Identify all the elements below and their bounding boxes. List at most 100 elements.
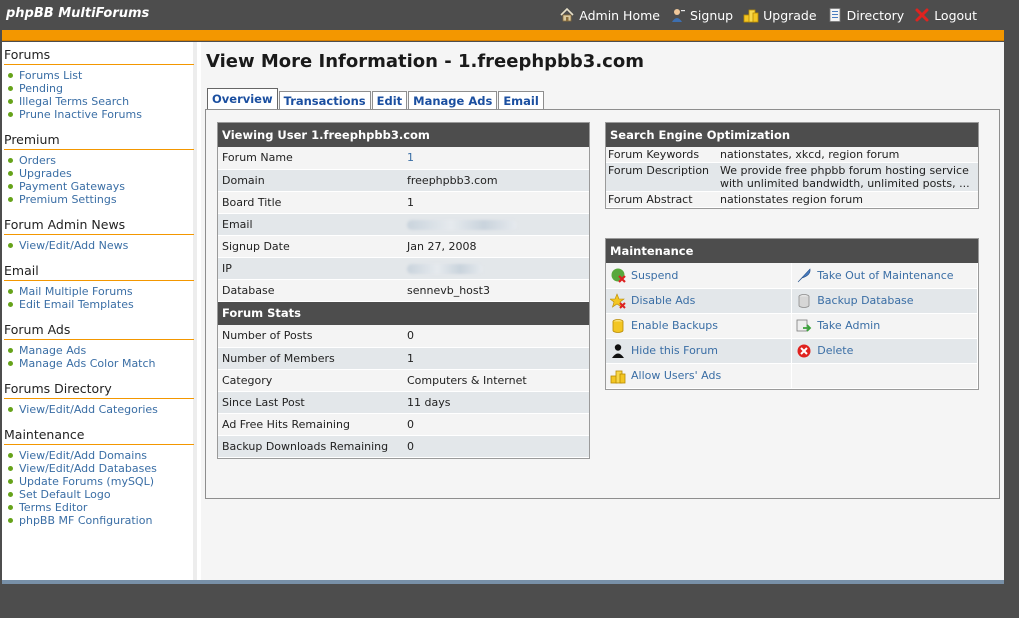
tab-manage-ads[interactable]: Manage Ads xyxy=(408,91,498,109)
tab-edit[interactable]: Edit xyxy=(371,91,408,109)
tab-overview[interactable]: Overview xyxy=(207,88,278,109)
sidebar-item-illegal-terms[interactable]: Illegal Terms Search xyxy=(8,95,194,108)
nav-admin-home[interactable]: Admin Home xyxy=(559,7,660,23)
sidebar-item-payment-gateways[interactable]: Payment Gateways xyxy=(8,180,194,193)
top-header: phpBB MultiForums Admin Home Signup Upgr… xyxy=(0,0,1019,30)
nav-signup[interactable]: Signup xyxy=(670,7,733,23)
nav-directory-label: Directory xyxy=(846,7,905,23)
allow-users-ads-button[interactable]: Allow Users' Ads xyxy=(606,368,791,384)
sidebar-link[interactable]: Forums List xyxy=(19,69,82,82)
sidebar-link[interactable]: View/Edit/Add Categories xyxy=(19,403,158,416)
bullet-icon xyxy=(8,171,13,176)
sidebar-item-premium-settings[interactable]: Premium Settings xyxy=(8,193,194,206)
sidebar-link[interactable]: Edit Email Templates xyxy=(19,298,134,311)
sidebar-link[interactable]: Illegal Terms Search xyxy=(19,95,129,108)
suspend-button[interactable]: Suspend xyxy=(606,267,791,284)
sidebar-item-email-templates[interactable]: Edit Email Templates xyxy=(8,298,194,311)
take-out-of-maintenance-button[interactable]: Take Out of Maintenance xyxy=(792,267,977,283)
sidebar-link[interactable]: Update Forums (mySQL) xyxy=(19,475,154,488)
sidebar-link[interactable]: Terms Editor xyxy=(19,501,87,514)
bullet-icon xyxy=(8,86,13,91)
disable-ads-button[interactable]: Disable Ads xyxy=(606,292,791,309)
user-box-title: Viewing User 1.freephpbb3.com xyxy=(218,123,589,147)
maintenance-box-title: Maintenance xyxy=(606,239,978,263)
forum-name-link[interactable]: 1 xyxy=(403,147,589,170)
info-key: Email xyxy=(218,213,403,236)
sidebar-link[interactable]: Upgrades xyxy=(19,167,72,180)
sidebar-link[interactable]: Manage Ads Color Match xyxy=(19,357,156,370)
stats-row-last-post: Since Last Post 11 days xyxy=(218,391,589,414)
sidebar-item-databases[interactable]: View/Edit/Add Databases xyxy=(8,462,194,475)
enable-backups-button[interactable]: Enable Backups xyxy=(606,318,791,334)
empty-cell xyxy=(791,363,978,389)
sidebar-link[interactable]: Pending xyxy=(19,82,63,95)
info-key: Signup Date xyxy=(218,235,403,258)
sidebar-link[interactable]: Manage Ads xyxy=(19,344,86,357)
backup-database-button[interactable]: Backup Database xyxy=(792,293,977,309)
sidebar-section-title: Maintenance xyxy=(4,422,194,445)
nav-upgrade[interactable]: Upgrade xyxy=(743,7,817,23)
sidebar-link[interactable]: View/Edit/Add News xyxy=(19,239,128,252)
sidebar-link[interactable]: View/Edit/Add Domains xyxy=(19,449,147,462)
bullet-icon xyxy=(8,158,13,163)
bullet-icon xyxy=(8,518,13,523)
sidebar-item-domains[interactable]: View/Edit/Add Domains xyxy=(8,449,194,462)
bullet-icon xyxy=(8,407,13,412)
stats-value: 11 days xyxy=(403,391,589,414)
info-value: Jan 27, 2008 xyxy=(403,235,589,258)
stats-row-posts: Number of Posts 0 xyxy=(218,325,589,348)
stats-key: Backup Downloads Remaining xyxy=(218,435,403,458)
sidebar-link[interactable]: View/Edit/Add Databases xyxy=(19,462,157,475)
sidebar-item-default-logo[interactable]: Set Default Logo xyxy=(8,488,194,501)
seo-key: Forum Abstract xyxy=(606,191,718,208)
sidebar-item-prune[interactable]: Prune Inactive Forums xyxy=(8,108,194,121)
take-admin-button[interactable]: Take Admin xyxy=(792,318,977,334)
sidebar-link[interactable]: Mail Multiple Forums xyxy=(19,285,133,298)
tab-bar: Overview Transactions Edit Manage Ads Em… xyxy=(207,88,545,109)
stats-row-backups: Backup Downloads Remaining 0 xyxy=(218,435,589,458)
sidebar-item-mail-multiple[interactable]: Mail Multiple Forums xyxy=(8,285,194,298)
sidebar-link[interactable]: Premium Settings xyxy=(19,193,117,206)
tab-transactions[interactable]: Transactions xyxy=(278,91,371,109)
seo-box-title: Search Engine Optimization xyxy=(606,123,978,147)
allow-ads-icon xyxy=(610,368,626,384)
sidebar-item-terms-editor[interactable]: Terms Editor xyxy=(8,501,194,514)
info-row-signup-date: Signup Date Jan 27, 2008 xyxy=(218,235,589,258)
nav-directory[interactable]: Directory xyxy=(827,7,905,23)
info-value: freephpbb3.com xyxy=(403,169,589,192)
sidebar-item-forums-list[interactable]: Forums List xyxy=(8,69,194,82)
sidebar-section-title: Premium xyxy=(4,127,194,150)
sidebar-section-title: Forum Ads xyxy=(4,317,194,340)
sidebar-item-upgrades[interactable]: Upgrades xyxy=(8,167,194,180)
seo-box: Search Engine Optimization Forum Keyword… xyxy=(605,122,979,209)
sidebar-link[interactable]: Set Default Logo xyxy=(19,488,111,501)
sidebar-link[interactable]: Orders xyxy=(19,154,56,167)
maintenance-box: Maintenance Suspend Take Out of Maintena… xyxy=(605,238,979,390)
sidebar-item-ads-color[interactable]: Manage Ads Color Match xyxy=(8,357,194,370)
sidebar-item-manage-ads[interactable]: Manage Ads xyxy=(8,344,194,357)
database-icon xyxy=(796,293,812,309)
bullet-icon xyxy=(8,466,13,471)
sidebar-link[interactable]: Payment Gateways xyxy=(19,180,125,193)
info-key: Board Title xyxy=(218,191,403,214)
sidebar-item-update-forums[interactable]: Update Forums (mySQL) xyxy=(8,475,194,488)
info-value: sennevb_host3 xyxy=(403,279,589,302)
sidebar-item-pending[interactable]: Pending xyxy=(8,82,194,95)
info-value-redacted xyxy=(403,213,589,236)
sidebar-item-orders[interactable]: Orders xyxy=(8,154,194,167)
bullet-icon xyxy=(8,99,13,104)
sidebar-item-categories[interactable]: View/Edit/Add Categories xyxy=(8,403,194,416)
hide-forum-button[interactable]: Hide this Forum xyxy=(606,343,791,359)
sidebar-item-news[interactable]: View/Edit/Add News xyxy=(8,239,194,252)
sidebar-item-mf-config[interactable]: phpBB MF Configuration xyxy=(8,514,194,527)
info-key: Domain xyxy=(218,169,403,192)
sidebar-section-ads: Forum Ads Manage Ads Manage Ads Color Ma… xyxy=(4,317,194,370)
nav-logout[interactable]: Logout xyxy=(914,7,977,23)
bottom-border xyxy=(2,580,1004,584)
tab-email[interactable]: Email xyxy=(498,91,544,109)
bullet-icon xyxy=(8,479,13,484)
delete-button[interactable]: Delete xyxy=(792,343,977,359)
info-row-ip: IP xyxy=(218,257,589,280)
sidebar-link[interactable]: Prune Inactive Forums xyxy=(19,108,142,121)
sidebar-link[interactable]: phpBB MF Configuration xyxy=(19,514,152,527)
